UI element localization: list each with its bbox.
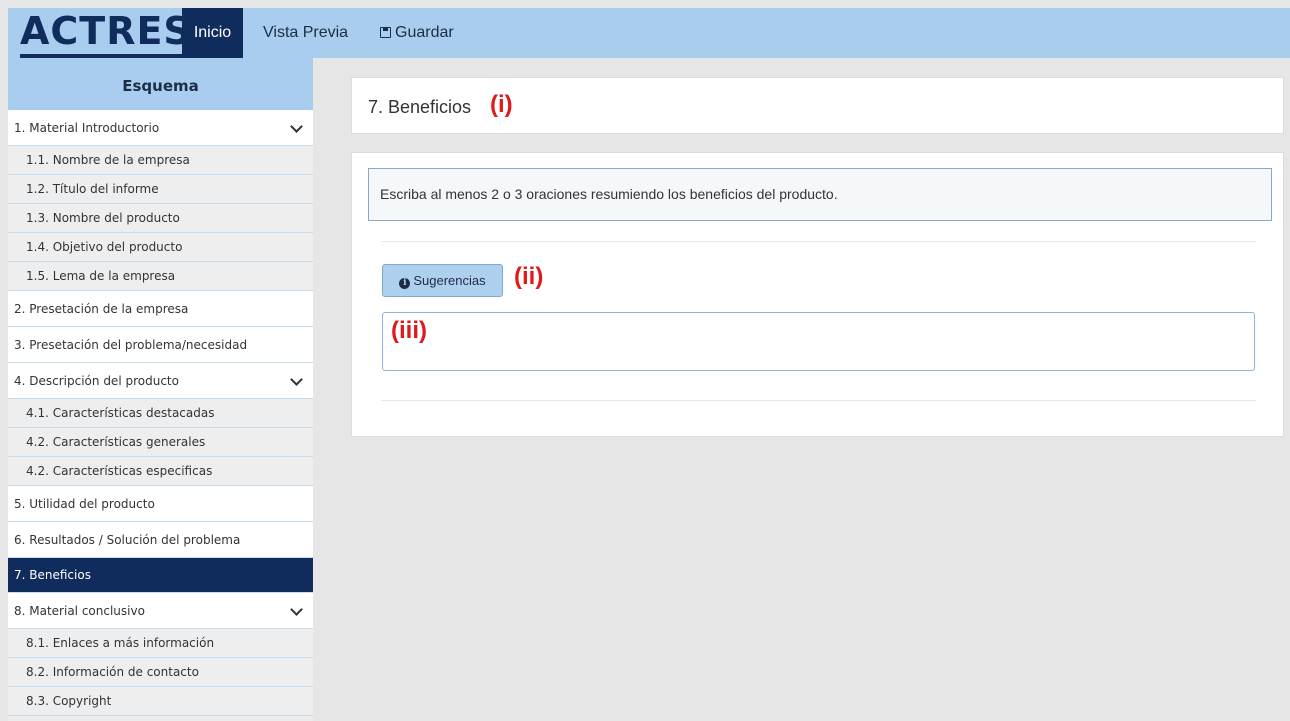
chevron-down-icon[interactable] bbox=[290, 603, 303, 616]
sidebar-item[interactable]: 6. Resultados / Solución del problema bbox=[8, 522, 313, 558]
logo-text: ACTRES bbox=[20, 9, 192, 53]
sidebar-subitem[interactable]: 4.2. Características generales bbox=[8, 428, 313, 457]
chevron-down-icon[interactable] bbox=[290, 120, 303, 133]
sidebar-item[interactable]: 3. Presetación del problema/necesidad bbox=[8, 327, 313, 363]
outline-sidebar: Esquema 1. Material Introductorio 1.1. No… bbox=[8, 58, 313, 721]
sidebar-list: 1. Material Introductorio 1.1. Nombre de … bbox=[8, 110, 313, 716]
sidebar-subitem[interactable]: 1.4. Objetivo del producto bbox=[8, 233, 313, 262]
divider-bottom bbox=[381, 400, 1256, 401]
sidebar-item-label: 3. Presetación del problema/necesidad bbox=[14, 338, 248, 352]
sidebar-subitem[interactable]: 1.5. Lema de la empresa bbox=[8, 262, 313, 291]
sidebar-subitem[interactable]: 4.2. Características especificas bbox=[8, 457, 313, 486]
suggestions-label: Sugerencias bbox=[413, 273, 486, 288]
sidebar-item[interactable]: 5. Utilidad del producto bbox=[8, 486, 313, 522]
top-navbar: ACTRES Inicio Vista Previa Guardar bbox=[8, 8, 1290, 58]
sidebar-item-label: 1. Material Introductorio bbox=[14, 121, 160, 135]
sidebar-subitem[interactable]: 8.1. Enlaces a más información bbox=[8, 629, 313, 658]
section-body-card: Escriba al menos 2 o 3 oraciones resumie… bbox=[351, 152, 1284, 437]
info-icon: i bbox=[399, 278, 411, 289]
suggestions-button[interactable]: i Sugerencias bbox=[382, 264, 503, 297]
section-header-card: 7. Beneficios (i) bbox=[351, 77, 1284, 134]
page-title: 7. Beneficios bbox=[368, 97, 472, 117]
annotation-marker-i: (i) bbox=[490, 91, 513, 118]
divider-top bbox=[381, 241, 1256, 242]
sidebar-subitem[interactable]: 1.2. Título del informe bbox=[8, 175, 313, 204]
instructions-box: Escriba al menos 2 o 3 oraciones resumie… bbox=[368, 168, 1272, 221]
sidebar-item-label: 4.1. Características destacadas bbox=[26, 406, 215, 420]
sidebar-item-label: 7. Beneficios bbox=[14, 568, 91, 582]
actres-logo[interactable]: ACTRES bbox=[20, 12, 192, 58]
sidebar-item-label: 8.3. Copyright bbox=[26, 694, 112, 708]
sidebar-subitem[interactable]: 1.1. Nombre de la empresa bbox=[8, 146, 313, 175]
nav-guardar[interactable]: Guardar bbox=[380, 8, 454, 58]
annotation-marker-iii: (iii) bbox=[391, 317, 427, 344]
sidebar-item-label: 6. Resultados / Solución del problema bbox=[14, 533, 241, 547]
sidebar-item[interactable]: 4. Descripción del producto bbox=[8, 363, 313, 399]
sidebar-item-label: 4. Descripción del producto bbox=[14, 374, 179, 388]
sidebar-item-label: 2. Presetación de la empresa bbox=[14, 302, 189, 316]
nav-inicio[interactable]: Inicio bbox=[182, 8, 243, 58]
annotation-marker-ii: (ii) bbox=[514, 263, 544, 290]
chevron-down-icon[interactable] bbox=[290, 373, 303, 386]
sidebar-item-label: 1.2. Título del informe bbox=[26, 182, 159, 196]
sidebar-item-label: 1.3. Nombre del producto bbox=[26, 211, 180, 225]
sidebar-item[interactable]: 8. Material conclusivo bbox=[8, 593, 313, 629]
sidebar-item-label: 4.2. Características especificas bbox=[26, 464, 213, 478]
sidebar-item-label: 1.1. Nombre de la empresa bbox=[26, 153, 190, 167]
benefits-text-input[interactable]: (iii) bbox=[382, 312, 1255, 371]
sidebar-item-label: 5. Utilidad del producto bbox=[14, 497, 155, 511]
sidebar-item-label: 1.5. Lema de la empresa bbox=[26, 269, 176, 283]
sidebar-item[interactable]: 7. Beneficios bbox=[8, 558, 313, 593]
sidebar-item[interactable]: 2. Presetación de la empresa bbox=[8, 291, 313, 327]
sidebar-subitem[interactable]: 8.3. Copyright bbox=[8, 687, 313, 716]
sidebar-item-label: 8.2. Información de contacto bbox=[26, 665, 199, 679]
sidebar-subitem[interactable]: 8.2. Información de contacto bbox=[8, 658, 313, 687]
sidebar-item-label: 1.4. Objetivo del producto bbox=[26, 240, 183, 254]
sidebar-item-label: 8. Material conclusivo bbox=[14, 604, 145, 618]
sidebar-subitem[interactable]: 4.1. Características destacadas bbox=[8, 399, 313, 428]
sidebar-title: Esquema bbox=[8, 58, 313, 110]
sidebar-subitem[interactable]: 1.3. Nombre del producto bbox=[8, 204, 313, 233]
sidebar-item[interactable]: 1. Material Introductorio bbox=[8, 110, 313, 146]
sidebar-item-label: 8.1. Enlaces a más información bbox=[26, 636, 215, 650]
guardar-label: Guardar bbox=[395, 24, 454, 41]
save-icon bbox=[380, 27, 391, 38]
nav-vista-previa[interactable]: Vista Previa bbox=[263, 8, 348, 58]
sidebar-item-label: 4.2. Características generales bbox=[26, 435, 206, 449]
